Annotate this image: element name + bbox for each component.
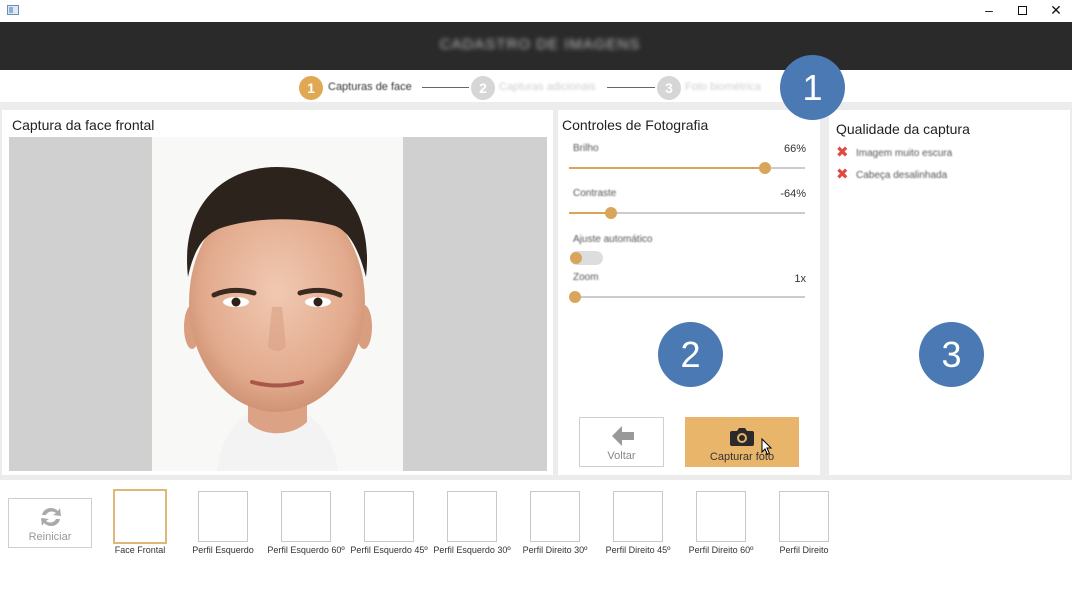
- thumbnail-perfil-esquerdo-60[interactable]: [281, 491, 331, 542]
- brightness-slider[interactable]: [569, 162, 805, 174]
- thumbnail-perfil-esquerdo-30[interactable]: [447, 491, 497, 542]
- contrast-slider[interactable]: [569, 207, 805, 219]
- brightness-value: 66%: [783, 143, 806, 155]
- arrow-left-icon: [612, 426, 634, 446]
- close-button[interactable]: ✕: [1039, 0, 1072, 22]
- minimize-button[interactable]: –: [972, 0, 1006, 22]
- annotation-badge-3: 3: [919, 322, 984, 387]
- step-2-circle[interactable]: 2: [471, 76, 495, 100]
- step-1-label[interactable]: Capturas de face: [328, 81, 412, 93]
- stepper: 1 Capturas de face 2 Capturas adicionais…: [0, 70, 1072, 102]
- thumbnail-perfil-esquerdo-45[interactable]: [364, 491, 414, 542]
- annotation-badge-1: 1: [780, 55, 845, 120]
- app-icon: [7, 5, 19, 15]
- quality-panel-title: Qualidade da captura: [836, 121, 970, 137]
- contrast-value: -64%: [780, 188, 806, 200]
- step-3-label[interactable]: Foto biométrica: [685, 81, 761, 93]
- thumbnail-perfil-direito-45[interactable]: [613, 491, 663, 542]
- zoom-label: Zoom: [573, 272, 599, 283]
- step-connector: [607, 87, 655, 88]
- thumbnail-label: Perfil Esquerdo 45º: [350, 545, 428, 555]
- restart-button[interactable]: Reiniciar: [8, 498, 92, 548]
- x-icon: ✖: [836, 144, 849, 161]
- quality-issue-head-misaligned: Cabeça desalinhada: [856, 170, 948, 181]
- thumbnail-label: Perfil Direito 30º: [522, 545, 588, 555]
- mouse-cursor-icon: [761, 438, 773, 456]
- refresh-icon: [41, 507, 61, 527]
- step-1-circle[interactable]: 1: [299, 76, 323, 100]
- thumbnail-face-frontal[interactable]: [113, 489, 167, 544]
- controls-panel-title: Controles de Fotografia: [562, 117, 709, 133]
- maximize-button[interactable]: [1005, 0, 1039, 22]
- step-connector: [422, 87, 469, 88]
- quality-panel: Qualidade da captura: [829, 110, 1070, 475]
- x-icon: ✖: [836, 166, 849, 183]
- quality-issue-dark-image: Imagem muito escura: [856, 148, 953, 159]
- photo-panel-title: Captura da face frontal: [12, 117, 155, 133]
- thumbnail-perfil-direito-60[interactable]: [696, 491, 746, 542]
- thumbnail-label: Perfil Esquerdo 60º: [267, 545, 345, 555]
- zoom-slider-thumb[interactable]: [569, 291, 581, 303]
- back-button[interactable]: Voltar: [579, 417, 664, 467]
- face-photo: [152, 137, 403, 471]
- thumbnail-label: Perfil Esquerdo 30º: [433, 545, 511, 555]
- thumbnail-perfil-direito[interactable]: [779, 491, 829, 542]
- restart-button-label: Reiniciar: [28, 531, 72, 543]
- thumbnail-label: Perfil Direito: [779, 545, 829, 555]
- auto-adjust-toggle-knob: [570, 252, 582, 264]
- thumbnail-label: Perfil Esquerdo: [192, 545, 254, 555]
- capture-photo-button[interactable]: Capturar foto: [685, 417, 799, 467]
- brightness-slider-fill: [569, 167, 765, 169]
- auto-adjust-toggle[interactable]: [570, 251, 603, 265]
- step-3-circle[interactable]: 3: [657, 76, 681, 100]
- zoom-value: 1x: [794, 273, 806, 285]
- maximize-icon: [1017, 5, 1027, 15]
- app-header: CADASTRO DE IMAGENS: [0, 22, 1072, 98]
- back-button-label: Voltar: [607, 450, 636, 462]
- zoom-slider[interactable]: [569, 291, 805, 303]
- thumbnail-label: Perfil Direito 45º: [605, 545, 671, 555]
- auto-adjust-label: Ajuste automático: [573, 234, 653, 245]
- contrast-label: Contraste: [573, 188, 617, 199]
- thumbnail-perfil-direito-30[interactable]: [530, 491, 580, 542]
- thumbnail-perfil-esquerdo[interactable]: [198, 491, 248, 542]
- brightness-label: Brilho: [573, 143, 599, 154]
- header-title: CADASTRO DE IMAGENS: [439, 36, 641, 53]
- window-titlebar: – ✕: [0, 0, 1072, 22]
- annotation-badge-2: 2: [658, 322, 723, 387]
- camera-icon: [730, 428, 754, 446]
- step-2-label[interactable]: Capturas adicionais: [499, 81, 596, 93]
- thumbnail-label: Face Frontal: [114, 545, 166, 555]
- brightness-slider-thumb[interactable]: [758, 162, 771, 174]
- capture-photo-button-label: Capturar foto: [709, 451, 775, 463]
- thumbnail-label: Perfil Direito 60º: [688, 545, 754, 555]
